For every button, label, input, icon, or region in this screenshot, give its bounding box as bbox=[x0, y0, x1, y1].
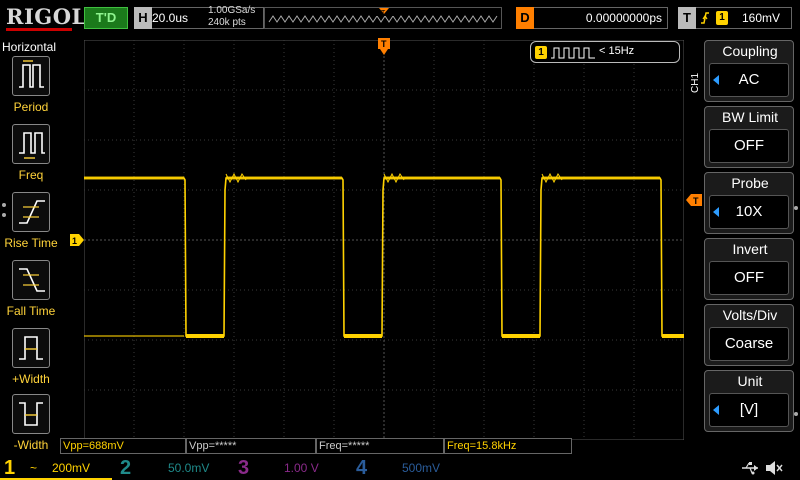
channel-scale: 1.00 V bbox=[284, 461, 319, 475]
acquisition-info: 1.00GSa/s 240k pts bbox=[208, 5, 255, 29]
brand-logo: RIGOL bbox=[6, 4, 87, 29]
usb-icon bbox=[742, 462, 758, 475]
memory-depth: 240k pts bbox=[208, 17, 246, 28]
page-dot bbox=[794, 412, 798, 416]
measure-label: Rise Time bbox=[4, 236, 58, 250]
frequency-counter[interactable]: 1 < 15Hz bbox=[530, 41, 680, 63]
measure-period-button[interactable]: Period bbox=[0, 56, 62, 124]
positive-width-icon bbox=[12, 328, 50, 368]
measure-positive-width-button[interactable]: +Width bbox=[0, 328, 62, 396]
measurement-item[interactable]: Vpp=***** bbox=[186, 438, 316, 454]
softkey-title: Invert bbox=[732, 241, 768, 257]
volts-div-softkey[interactable]: Volts/Div Coarse bbox=[704, 304, 794, 366]
run-status-badge[interactable]: T'D bbox=[84, 7, 128, 29]
rising-edge-icon bbox=[701, 12, 709, 24]
measure-label: -Width bbox=[13, 438, 49, 452]
channel-scale: 200mV bbox=[52, 461, 91, 475]
measure-fall-time-button[interactable]: Fall Time bbox=[0, 260, 62, 328]
fall-time-icon bbox=[12, 260, 50, 300]
timebase-letter: H bbox=[134, 7, 152, 29]
softkey-value: OFF bbox=[709, 129, 789, 163]
invert-softkey[interactable]: Invert OFF bbox=[704, 238, 794, 300]
channel-number: 3 bbox=[238, 457, 250, 479]
page-dot bbox=[2, 203, 6, 207]
softkey-value: Coarse bbox=[709, 327, 789, 361]
waveform-display[interactable] bbox=[84, 40, 684, 440]
freq-icon bbox=[12, 124, 50, 164]
softkey-title: Unit bbox=[737, 373, 763, 389]
trigger-level-marker[interactable]: T bbox=[686, 194, 702, 206]
select-arrow-icon bbox=[713, 75, 719, 85]
ch1-reference-marker[interactable]: 1 bbox=[70, 234, 84, 246]
measure-label: Period bbox=[13, 100, 49, 114]
trigger-marker-label: T bbox=[381, 39, 387, 49]
delay-letter: D bbox=[516, 7, 534, 29]
timebase-value: 20.0us bbox=[152, 11, 189, 25]
top-status-bar: RIGOL T'D H 20.0us 1.00GSa/s 240k pts T … bbox=[0, 0, 800, 36]
softkey-title: Coupling bbox=[722, 43, 778, 59]
measure-label: +Width bbox=[12, 372, 50, 386]
square-wave-icon bbox=[551, 47, 595, 59]
page-dot bbox=[2, 213, 6, 217]
menu-channel-tag: CH1 bbox=[690, 73, 701, 94]
waveform-memory-bar[interactable]: T bbox=[264, 7, 502, 29]
measure-freq-button[interactable]: Freq bbox=[0, 124, 62, 192]
measure-negative-width-button[interactable]: -Width bbox=[0, 394, 62, 462]
softkey-title: Probe bbox=[731, 175, 769, 191]
counter-reading: < 15Hz bbox=[599, 45, 635, 57]
page-dot bbox=[794, 206, 798, 210]
measurement-item[interactable]: Freq=15.8kHz bbox=[444, 438, 572, 454]
softkey-title: BW Limit bbox=[722, 109, 778, 125]
sample-rate: 1.00GSa/s bbox=[208, 5, 256, 16]
softkey-value: AC bbox=[709, 63, 789, 97]
softkey-title: Volts/Div bbox=[722, 307, 778, 323]
bw-limit-softkey[interactable]: BW Limit OFF bbox=[704, 106, 794, 168]
measurement-item[interactable]: Freq=***** bbox=[316, 438, 444, 454]
trigger-delay-value: 0.00000000ps bbox=[585, 11, 662, 25]
trigger-level-value: 160mV bbox=[742, 11, 781, 25]
channel-4-status[interactable]: 4 500mV bbox=[348, 456, 466, 480]
horizontal-measure-menu: Horizontal Period Freq Rise Time Fall Ti… bbox=[0, 36, 62, 456]
softkey-value: [V] bbox=[709, 393, 789, 427]
measure-label: Fall Time bbox=[6, 304, 56, 318]
coupling-softkey[interactable]: Coupling AC bbox=[704, 40, 794, 102]
select-arrow-icon bbox=[713, 405, 719, 415]
period-icon bbox=[12, 56, 50, 96]
measure-label: Freq bbox=[18, 168, 44, 182]
softkey-value: 10X bbox=[709, 195, 789, 229]
negative-width-icon bbox=[12, 394, 50, 434]
trigger-level-label: T bbox=[693, 196, 699, 206]
channel-3-status[interactable]: 3 1.00 V bbox=[230, 456, 348, 480]
unit-softkey[interactable]: Unit [V] bbox=[704, 370, 794, 432]
brand-underline bbox=[6, 28, 72, 31]
select-arrow-icon bbox=[713, 207, 719, 217]
channel-1-status[interactable]: 1 ~ 200mV bbox=[0, 456, 112, 480]
measurement-item[interactable]: Vpp=688mV bbox=[60, 438, 186, 454]
speaker-mute-icon[interactable] bbox=[764, 459, 784, 477]
trigger-source-badge: 1 bbox=[716, 11, 728, 25]
channel-number: 4 bbox=[356, 457, 368, 479]
channel-status-bar: 1 ~ 200mV 2 50.0mV 3 1.00 V 4 500mV bbox=[0, 456, 800, 480]
memory-waveform-preview: T bbox=[268, 8, 498, 23]
softkey-value: OFF bbox=[709, 261, 789, 295]
memory-trigger-marker: T bbox=[381, 10, 386, 17]
menu-title: Horizontal bbox=[2, 40, 57, 54]
channel-scale: 50.0mV bbox=[168, 461, 210, 475]
channel-2-status[interactable]: 2 50.0mV bbox=[112, 456, 230, 480]
ch1-marker-label: 1 bbox=[72, 236, 77, 246]
coupling-symbol: ~ bbox=[30, 461, 38, 475]
trigger-position-marker[interactable]: T bbox=[378, 38, 390, 56]
probe-softkey[interactable]: Probe 10X bbox=[704, 172, 794, 234]
trigger-letter: T bbox=[678, 7, 696, 29]
channel-number: 2 bbox=[120, 457, 132, 479]
channel-scale: 500mV bbox=[402, 461, 441, 475]
measure-rise-time-button[interactable]: Rise Time bbox=[0, 192, 62, 260]
counter-channel-badge: 1 bbox=[535, 46, 547, 59]
channel-number: 1 bbox=[4, 457, 16, 479]
rise-time-icon bbox=[12, 192, 50, 232]
